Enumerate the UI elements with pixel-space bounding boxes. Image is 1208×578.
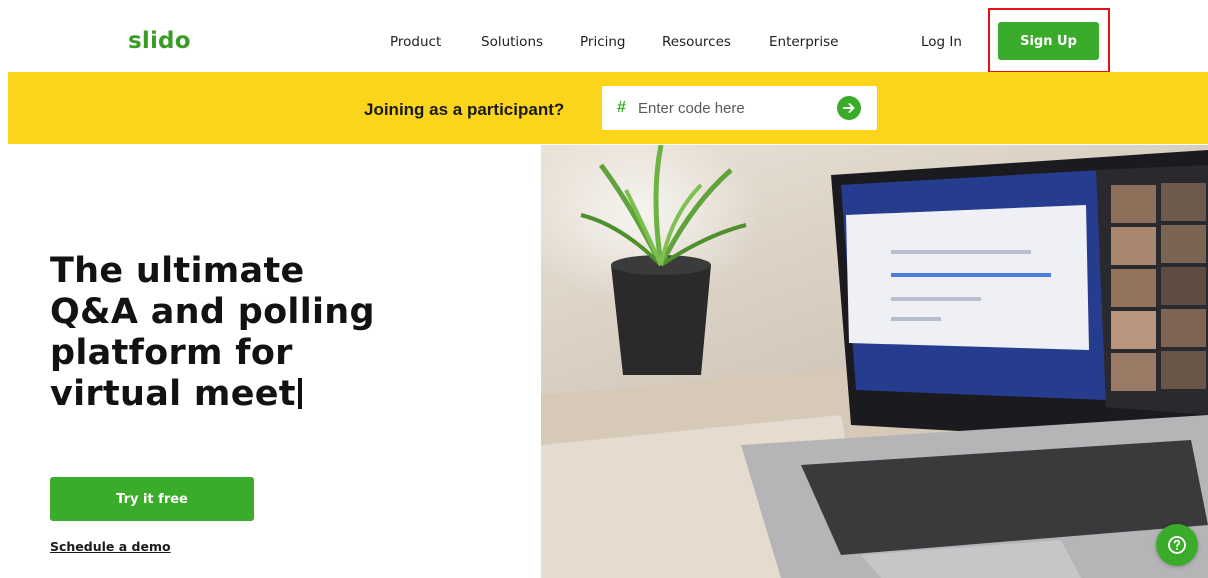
schedule-demo-link[interactable]: Schedule a demo [50,539,171,555]
event-code-input[interactable] [638,96,828,120]
help-button[interactable] [1156,524,1198,566]
join-submit-button[interactable] [837,96,861,120]
hero-heading-line: virtual meet [50,374,296,414]
arrow-right-icon [843,103,855,113]
hash-icon: # [617,99,626,116]
laptop-video-call-illustration [541,145,1208,578]
hero-heading-line: platform for [50,333,293,373]
login-link[interactable]: Log In [921,33,962,51]
nav-link-enterprise[interactable]: Enterprise [769,33,838,51]
typing-caret [297,378,302,409]
slido-logo[interactable]: slido [128,26,191,56]
nav-link-product[interactable]: Product [390,33,441,51]
signup-button[interactable]: Sign Up [998,22,1099,60]
join-label: Joining as a participant? [364,100,565,119]
hero-heading: The ultimate Q&A and polling platform fo… [50,251,520,415]
try-free-button[interactable]: Try it free [50,477,254,521]
hero-image [541,145,1208,578]
nav-link-resources[interactable]: Resources [662,33,731,51]
top-navigation: slido Product Solutions Pricing Resource… [0,0,1208,73]
hero-heading-line: The ultimate [50,251,305,291]
nav-link-solutions[interactable]: Solutions [481,33,543,51]
hero-heading-line: Q&A and polling [50,292,375,332]
nav-link-pricing[interactable]: Pricing [580,33,626,51]
help-question-icon [1168,536,1186,554]
